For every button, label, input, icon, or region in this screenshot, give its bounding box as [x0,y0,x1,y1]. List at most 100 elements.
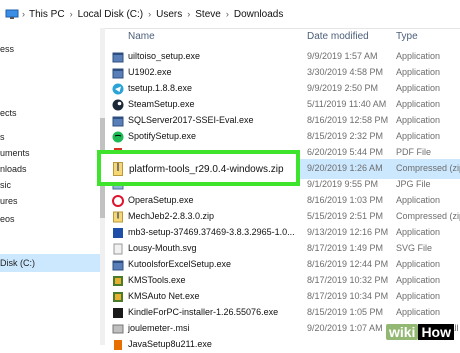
file-name: MechJeb2-2.8.3.0.zip [128,211,215,221]
file-date-modified: 9/9/2019 2:50 PM [307,83,379,93]
telegram-file-icon [112,83,124,95]
opera-file-icon [112,195,124,207]
file-type: Application [396,195,441,205]
file-name: SteamSetup.exe [128,99,195,109]
file-name: joulemeter-.msi [128,323,190,333]
chevron-right-icon: › [69,9,73,19]
file-row[interactable]: KutoolsforExcelSetup.exe 8/16/2019 12:44 … [110,257,460,273]
file-date-modified: 8/15/2019 2:32 PM [307,131,384,141]
column-header-date-modified[interactable]: Date modified [307,31,369,42]
file-date-modified: 8/16/2019 1:03 PM [307,195,384,205]
msi-file-icon [112,323,124,335]
file-date-modified: 6/20/2019 5:44 PM [307,147,384,157]
file-row[interactable]: OperaSetup.exe 8/16/2019 1:03 PM Applicati… [110,193,460,209]
wikihow-watermark: wiki How [385,324,454,340]
app-file-icon [112,259,124,271]
sidebar-item[interactable]: nloads [0,164,27,174]
file-row[interactable]: uiltoiso_setup.exe 9/9/2019 1:57 AM Applic… [110,49,460,65]
sidebar-item[interactable]: ures [0,196,18,206]
file-row[interactable]: SteamSetup.exe 5/11/2019 11:40 AM Applicat… [110,97,460,113]
file-name: KutoolsforExcelSetup.exe [128,259,232,269]
file-row[interactable]: tsetup.1.8.8.exe 9/9/2019 2:50 PM Applicat… [110,81,460,97]
file-date-modified: 9/1/2019 9:55 PM [307,179,379,189]
file-name: U1902.exe [128,67,172,77]
file-type: Application [396,291,441,301]
file-name: KMSTools.exe [128,275,186,285]
file-type: Application [396,67,441,77]
file-type: Application [396,51,441,61]
sidebar-item[interactable]: ess [0,44,14,54]
address-bar[interactable]: › This PC › Local Disk (C:) › Users › Steve … [0,0,460,29]
file-type: JPG File [396,179,431,189]
breadcrumb-steve[interactable]: Steve [195,9,221,20]
file-date-modified: 9/20/2019 1:07 AM [307,323,383,333]
file-name: tsetup.1.8.8.exe [128,83,193,93]
breadcrumb-local-disk[interactable]: Local Disk (C:) [78,9,144,20]
breadcrumb-this-pc[interactable]: This PC [29,9,65,20]
file-type: Application [396,227,441,237]
file-type: SVG File [396,243,433,253]
file-date-modified: 8/15/2019 1:05 PM [307,307,384,317]
kindle-file-icon [112,307,124,319]
java-file-icon [112,339,124,351]
file-name: SQLServer2017-SSEI-Eval.exe [128,115,254,125]
file-row[interactable]: SpotifySetup.exe 8/15/2019 2:32 PM Applica… [110,129,460,145]
highlighted-file-callout[interactable]: platform-tools_r29.0.4-windows.zip [97,150,300,186]
file-row[interactable]: SQLServer2017-SSEI-Eval.exe 8/16/2019 12:… [110,113,460,129]
column-header-type[interactable]: Type [396,31,418,42]
file-date-modified: 9/9/2019 1:57 AM [307,51,378,61]
mb-file-icon [112,227,124,239]
file-date-modified: 5/11/2019 11:40 AM [307,99,387,109]
column-header-row: Name Date modified Type [110,28,460,46]
steam-file-icon [112,99,124,111]
app-file-icon [112,67,124,79]
chevron-right-icon: › [225,9,229,19]
column-header-name[interactable]: Name [128,31,155,42]
file-type: Application [396,83,441,93]
chevron-right-icon: › [148,9,152,19]
sidebar-item[interactable]: ects [0,108,17,118]
file-row[interactable]: mb3-setup-37469.37469-3.8.3.2965-1.0... 9… [110,225,460,241]
breadcrumb-users[interactable]: Users [156,9,182,20]
sidebar-item[interactable]: eos [0,214,15,224]
navigation-pane: ess ects s uments nloads sic ures eos Disk (C:) [0,28,100,345]
file-date-modified: 3/30/2019 4:58 PM [307,67,384,77]
file-row[interactable]: Lousy-Mouth.svg 8/17/2019 1:49 PM SVG File [110,241,460,257]
this-pc-icon [4,8,20,20]
file-type: PDF File [396,147,432,157]
file-type: Application [396,99,441,109]
file-row[interactable]: MechJeb2-2.8.3.0.zip 5/15/2019 2:51 PM Com… [110,209,460,225]
file-name: SpotifySetup.exe [128,131,197,141]
app-file-icon [112,115,124,127]
file-date-modified: 8/17/2019 1:49 PM [307,243,384,253]
svg-file-icon [112,243,124,255]
spotify-file-icon [112,131,124,143]
highlighted-file-name: platform-tools_r29.0.4-windows.zip [129,164,284,175]
chevron-right-icon: › [22,9,25,19]
breadcrumb-downloads[interactable]: Downloads [234,9,283,20]
file-date-modified: 8/17/2019 10:34 PM [307,291,389,301]
chevron-right-icon: › [187,9,191,19]
file-date-modified: 8/16/2019 12:44 PM [307,259,389,269]
sidebar-item[interactable]: uments [0,148,30,158]
zip-file-icon [112,211,124,223]
sidebar-item[interactable]: s [0,132,5,142]
file-name: Lousy-Mouth.svg [128,243,197,253]
file-type: Compressed (zip [396,211,460,221]
file-name: uiltoiso_setup.exe [128,51,201,61]
file-date-modified: 8/17/2019 10:32 PM [307,275,389,285]
file-name: mb3-setup-37469.37469-3.8.3.2965-1.0... [128,227,295,237]
sidebar-item[interactable]: sic [0,180,11,190]
file-type: Application [396,115,441,125]
sidebar-item[interactable]: Disk (C:) [0,258,35,268]
file-date-modified: 9/20/2019 1:26 AM [307,163,383,173]
file-row[interactable]: KMSAuto Net.exe 8/17/2019 10:34 PM Applica… [110,289,460,305]
file-type: Application [396,131,441,141]
file-name: KMSAuto Net.exe [128,291,200,301]
file-date-modified: 8/16/2019 12:58 PM [307,115,389,125]
file-row[interactable]: KMSTools.exe 8/17/2019 10:32 PM Applicatio… [110,273,460,289]
file-row[interactable]: KindleForPC-installer-1.26.55076.exe 8/15… [110,305,460,321]
file-row[interactable]: U1902.exe 3/30/2019 4:58 PM Application [110,65,460,81]
kms-file-icon [112,291,124,303]
file-name: KindleForPC-installer-1.26.55076.exe [128,307,279,317]
